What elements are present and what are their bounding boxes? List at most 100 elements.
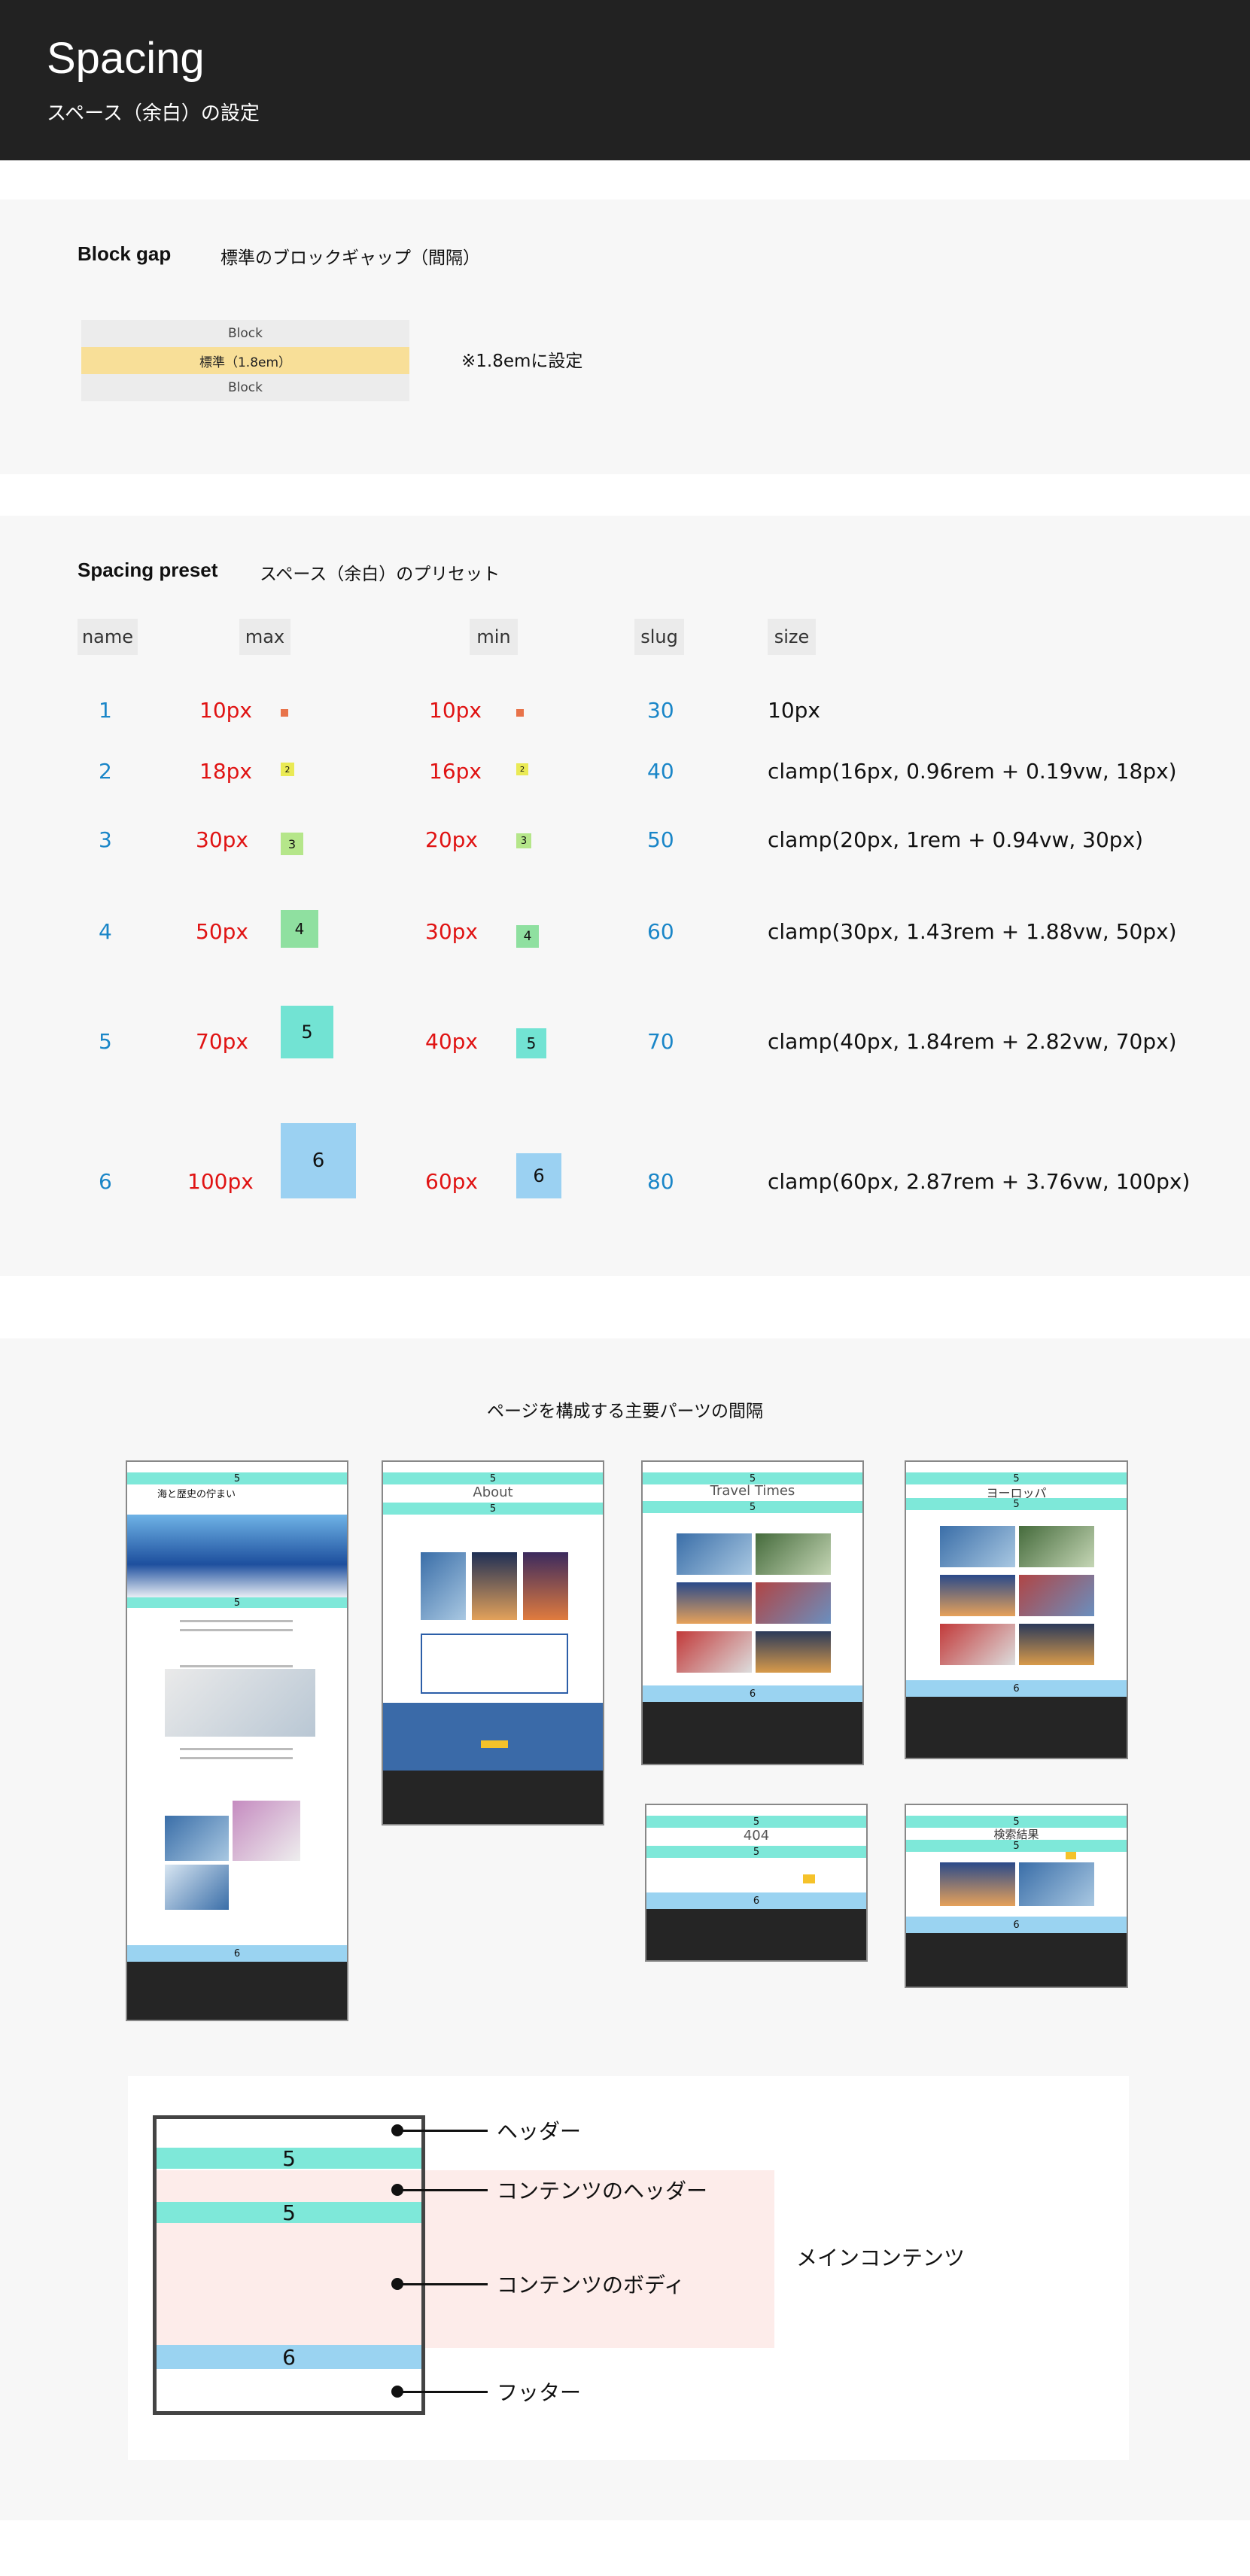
gap-band: 5 (383, 1503, 603, 1515)
preset-min: 30px (425, 919, 478, 944)
preset-name: 6 (99, 1169, 112, 1194)
thumbnail-footer (127, 1962, 347, 2020)
preset-max: 70px (196, 1029, 248, 1054)
preset-size: clamp(40px, 1.84rem + 2.82vw, 70px) (768, 1029, 1177, 1054)
preset-size: clamp(20px, 1rem + 0.94vw, 30px) (768, 827, 1144, 852)
thumbnail-404-page: 5 404 5 6 (645, 1804, 868, 1962)
preset-min: 10px (429, 698, 482, 723)
gap-band: 6 (906, 1680, 1127, 1697)
preset-slug: 70 (647, 1029, 674, 1054)
gap-band: 5 (646, 1846, 866, 1858)
photo (756, 1582, 831, 1624)
gap-band: 6 (646, 1892, 866, 1909)
gap-band: 6 (157, 2345, 421, 2370)
photo (165, 1669, 315, 1737)
label-main-content: メインコンテンツ (796, 2246, 966, 2270)
photo (940, 1862, 1015, 1906)
search-button (1066, 1852, 1076, 1859)
preset-min: 40px (425, 1029, 478, 1054)
photo (472, 1552, 517, 1620)
leader-line (397, 2283, 488, 2285)
thumbnail-heading: 海と歴史の佇まい (157, 1489, 236, 1500)
photo (940, 1526, 1015, 1567)
banner (383, 1703, 603, 1771)
label-content-body: コンテンツのボディ (497, 2273, 686, 2297)
gap-band: 5 (127, 1597, 347, 1609)
page-title: Spacing (47, 34, 205, 83)
block-gap-description: 標準のブロックギャップ（間隔） (220, 248, 480, 268)
thumbnail-category-page: 5 ヨーロッパ 5 6 (905, 1460, 1128, 1759)
photo (756, 1533, 831, 1575)
gap-band: 6 (127, 1945, 347, 1962)
block-sample: Block (81, 374, 409, 401)
swatch-min-3: 3 (516, 833, 531, 848)
preset-name: 4 (99, 919, 112, 944)
spacing-preset-section (0, 516, 1250, 1276)
gap-band: 5 (646, 1816, 866, 1828)
swatch-min-4: 4 (516, 925, 539, 948)
page-header: Spacing スペース（余白）の設定 (0, 0, 1250, 160)
thumbnail-footer (383, 1771, 603, 1824)
photo (523, 1552, 568, 1620)
photo (940, 1575, 1015, 1616)
preset-slug: 60 (647, 919, 674, 944)
preset-max: 18px (199, 759, 252, 784)
thumbnail-footer (906, 1697, 1127, 1758)
preset-name: 5 (99, 1029, 112, 1054)
swatch-max-5: 5 (281, 1006, 333, 1058)
block-gap-section: Block gap 標準のブロックギャップ（間隔） Block 標準（1.8em… (0, 199, 1250, 474)
photo (1019, 1575, 1094, 1616)
preset-max: 30px (196, 827, 248, 852)
preset-min: 20px (425, 827, 478, 852)
preset-size: clamp(60px, 2.87rem + 3.76vw, 100px) (768, 1169, 1191, 1194)
thumbnail-footer (646, 1909, 866, 1960)
photo (677, 1533, 752, 1575)
parts-title: ページを構成する主要パーツの間隔 (486, 1402, 764, 1421)
label-footer: フッター (497, 2380, 582, 2405)
photo (677, 1631, 752, 1673)
preset-min: 16px (429, 759, 482, 784)
preset-name: 2 (99, 759, 112, 784)
leader-line (397, 2130, 488, 2132)
page-subtitle: スペース（余白）の設定 (47, 102, 260, 125)
preset-max: 10px (199, 698, 252, 723)
label-content-header: コンテンツのヘッダー (497, 2179, 708, 2203)
preset-max: 100px (187, 1169, 254, 1194)
text-line (180, 1620, 293, 1622)
column-header-min: min (470, 619, 518, 655)
preset-slug: 50 (647, 827, 674, 852)
search-button (803, 1874, 815, 1883)
photo (1019, 1862, 1094, 1906)
thumbnail-heading: Travel Times (710, 1483, 795, 1499)
photo (940, 1624, 1015, 1665)
preset-slug: 80 (647, 1169, 674, 1194)
leader-line (397, 2189, 488, 2191)
swatch-min-2: 2 (516, 763, 528, 775)
thumbnail-article-page: 5 海と歴史の佇まい 5 6 (126, 1460, 348, 2021)
text-line (180, 1629, 293, 1631)
preset-size: clamp(30px, 1.43rem + 1.88vw, 50px) (768, 919, 1177, 944)
photo (421, 1552, 466, 1620)
swatch-max-3: 3 (281, 833, 303, 855)
thumbnail-footer (643, 1702, 862, 1764)
photo (127, 1515, 347, 1597)
swatch-min-5: 5 (516, 1028, 546, 1058)
column-header-max: max (239, 619, 290, 655)
preset-name: 3 (99, 827, 112, 852)
block-gap-sample: 標準（1.8em） (81, 347, 409, 374)
photo (1019, 1526, 1094, 1567)
gap-band: 5 (383, 1472, 603, 1484)
gap-band: 5 (643, 1501, 862, 1513)
gap-band: 5 (906, 1840, 1127, 1852)
label-header: ヘッダー (497, 2119, 582, 2144)
text-line (180, 1748, 293, 1750)
photo (233, 1801, 300, 1861)
photo (165, 1865, 229, 1910)
thumbnail-heading: About (473, 1484, 513, 1500)
info-box (421, 1634, 568, 1694)
photo (756, 1631, 831, 1673)
block-gap-title: Block gap (78, 242, 172, 265)
swatch-min-1 (516, 709, 524, 717)
preset-max: 50px (196, 919, 248, 944)
text-line (180, 1665, 293, 1667)
